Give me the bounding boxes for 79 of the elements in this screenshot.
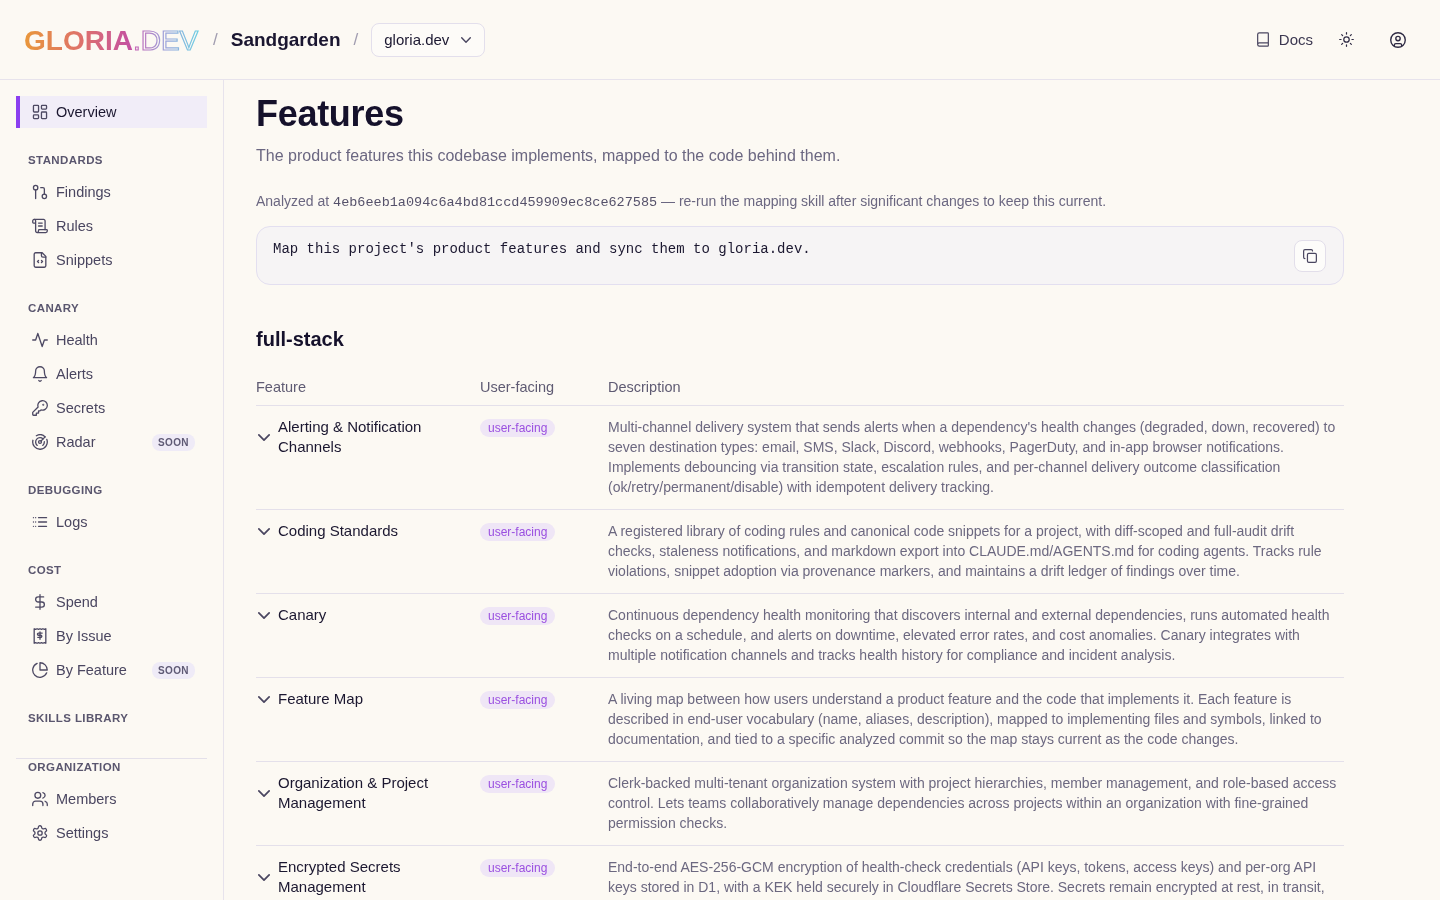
dashboard-icon	[32, 104, 48, 120]
nav-item[interactable]: By Issue	[16, 620, 207, 652]
copy-icon	[1303, 248, 1317, 263]
column-header: Feature	[256, 378, 307, 397]
feature-description: End-to-end AES-256-GCM encryption of health-check credentials (API keys, tokens, access keys) and per-org API keys stored in D1, with a KEK held securely in Cloudflare Secrets Store. Secrets remain encrypted at rest, in transit,	[608, 858, 1326, 897]
nav-item[interactable]: Settings	[16, 817, 207, 849]
bell-icon	[32, 366, 48, 382]
chevron-down-icon[interactable]	[258, 527, 270, 535]
status-badge: SOON	[151, 661, 195, 679]
column-header: Description	[608, 378, 682, 397]
section-heading: COST	[27, 563, 63, 578]
feature-name: Feature Map	[278, 689, 364, 709]
feature-description: Multi-channel delivery system that sends alerts when a dependency's health changes (degraded, down, recovered) to seven destination types: email, SMS, Slack, Discord, webhooks, PagerDuty, and in-app browser notifications. Implements debouncing via transition state, escalation rules, and per-channel delivery outcome classification (ok/retry/permanent/disable) with idempotent delivery tracking.	[608, 418, 1337, 497]
analysis-note: Analyzed at 4eb6eeb1a094c6a4bd81ccd459909ec8ce627585 — re-run the mapping skill after significant changes to keep this current.	[256, 192, 1108, 212]
chevron-down-icon	[461, 36, 472, 43]
nav-item[interactable]: Findings	[16, 176, 207, 208]
page-subtitle: The product features this codebase implements, mapped to the code behind them.	[256, 146, 842, 166]
dollar-icon	[32, 594, 48, 610]
feature-name: Encrypted Secrets Management	[278, 857, 402, 897]
nav-item[interactable]: Snippets	[16, 244, 207, 276]
section-heading: DEBUGGING	[27, 483, 104, 498]
user-facing-tag: user-facing	[480, 607, 556, 625]
chevron-down-icon[interactable]	[258, 433, 270, 441]
nav-item[interactable]: By Feature SOON	[16, 654, 207, 686]
nav-item[interactable]: Health	[16, 324, 207, 356]
nav-item[interactable]: Logs	[16, 506, 207, 538]
user-facing-tag: user-facing	[480, 775, 556, 793]
user-facing-tag: user-facing	[480, 419, 556, 437]
pulse-icon	[32, 332, 48, 348]
radar-icon	[32, 434, 48, 450]
user-facing-tag: user-facing	[480, 523, 556, 541]
chevron-down-icon[interactable]	[258, 789, 270, 797]
sun-icon[interactable]	[1339, 32, 1354, 47]
docs-link[interactable]: Docs	[1256, 31, 1313, 48]
status-badge: SOON	[151, 433, 195, 451]
breadcrumb-separator: /	[353, 29, 359, 50]
nav-item[interactable]: Members	[16, 783, 207, 815]
site-select[interactable]: gloria.dev	[371, 22, 486, 57]
feature-name: Canary	[278, 605, 327, 625]
receipt-icon	[32, 628, 48, 644]
section-heading: CANARY	[27, 301, 81, 316]
nav-item[interactable]: Alerts	[16, 358, 207, 390]
users-icon	[32, 791, 48, 807]
group-heading: full-stack	[256, 327, 345, 352]
chevron-down-icon[interactable]	[258, 611, 270, 619]
nav-item[interactable]: Radar SOON	[16, 426, 207, 458]
settings-icon	[32, 825, 48, 841]
page-title: Features	[256, 92, 405, 136]
chevron-down-icon[interactable]	[258, 873, 270, 881]
column-header: User-facing	[480, 378, 556, 397]
copy-button[interactable]	[1294, 239, 1326, 272]
feature-description: A living map between how users understand a product feature and the code that implements it. Each feature is described in end-user vocabulary (name, aliases, description), mapped to implementing files and symbols, linked to documentation, and tied to a specific analyzed commit so the map stays current as the code changes.	[608, 690, 1323, 749]
branch-icon	[32, 184, 48, 200]
list-icon	[32, 514, 48, 530]
section-heading: SKILLS LIBRARY	[27, 711, 130, 726]
pie-chart-icon	[32, 662, 48, 678]
book-icon	[1256, 32, 1269, 47]
user-icon[interactable]	[1390, 31, 1406, 48]
feature-name: Alerting & Notification Channels	[278, 417, 423, 457]
scroll-icon	[32, 218, 48, 234]
section-heading: ORGANIZATION	[27, 760, 122, 775]
feature-description: Clerk-backed multi-tenant organization system with project hierarchies, member management, and role-based access control. Lets teams collaboratively manage dependencies across projects within an organization with fine-grained permission checks.	[608, 774, 1338, 833]
chevron-down-icon[interactable]	[258, 695, 270, 703]
breadcrumb-separator: /	[213, 29, 218, 50]
feature-description: A registered library of coding rules and canonical code snippets for a project, with diff-scoped and full-audit drift checks, staleness notifications, and markdown export into CLAUDE.md/AGENTS.md for coding agents. Tracks rule violations, snippet adoption via provenance markers, and maintains a drift ledger of findings over time.	[608, 522, 1323, 581]
feature-name: Coding Standards	[278, 521, 399, 541]
feature-name: Organization & Project Management	[278, 773, 430, 813]
feature-description: Continuous dependency health monitoring that discovers internal and external dependencies, runs automated health checks on a schedule, and alerts on downtime, elevated error rates, and cost anomalies. Canary integrates with multiple notification channels and tracks health history for compliance and incident analysis.	[608, 606, 1331, 665]
section-heading: STANDARDS	[27, 153, 104, 168]
user-facing-tag: user-facing	[480, 859, 556, 877]
key-icon	[32, 400, 48, 416]
nav-item[interactable]: Overview	[16, 96, 207, 128]
nav-item[interactable]: Secrets	[16, 392, 207, 424]
nav-item[interactable]: Rules	[16, 210, 207, 242]
user-facing-tag: user-facing	[480, 691, 556, 709]
nav-item[interactable]: Spend	[16, 586, 207, 618]
prompt-text: Map this project's product features and sync them to gloria.dev.	[273, 240, 811, 259]
code-file-icon	[32, 252, 48, 268]
project-link[interactable]: Sandgarden	[230, 28, 341, 51]
